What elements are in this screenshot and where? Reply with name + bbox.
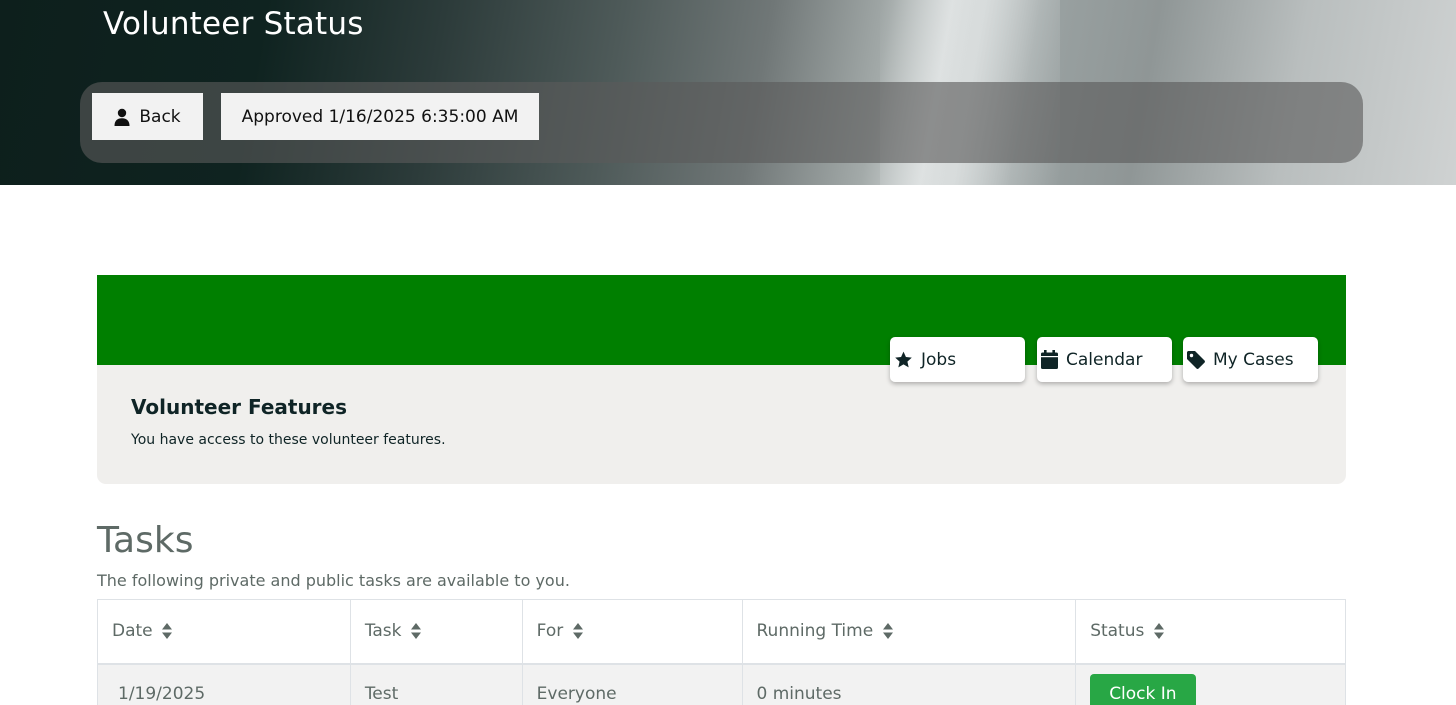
column-header-task[interactable]: Task <box>349 599 523 665</box>
user-icon <box>114 108 130 126</box>
tasks-description: The following private and public tasks a… <box>97 571 570 590</box>
sort-icon <box>572 623 583 640</box>
calendar-button[interactable]: Calendar <box>1037 337 1172 382</box>
features-description: You have access to these volunteer featu… <box>131 432 446 448</box>
my-cases-button[interactable]: My Cases <box>1183 337 1318 382</box>
clock-in-button[interactable]: Clock In <box>1090 673 1196 705</box>
calendar-icon <box>1041 350 1058 369</box>
column-header-status[interactable]: Status <box>1075 599 1346 665</box>
column-header-running-time[interactable]: Running Time <box>741 599 1077 665</box>
back-button[interactable]: Back <box>92 93 203 140</box>
task-status: Clock In <box>1075 663 1346 705</box>
sort-icon <box>162 623 173 640</box>
sort-icon <box>410 623 421 640</box>
column-header-date[interactable]: Date <box>97 599 351 665</box>
my-cases-button-label: My Cases <box>1213 349 1294 370</box>
volunteer-features-panel: Jobs Calendar My Cases Volunteer Feature… <box>97 275 1346 484</box>
task-audience: Everyone <box>521 663 743 705</box>
table-row: 1/19/2025 Test Everyone 0 minutes Clock … <box>97 663 1346 705</box>
approval-status-label: Approved 1/16/2025 6:35:00 AM <box>241 106 519 127</box>
task-running-time: 0 minutes <box>741 663 1077 705</box>
column-header-for[interactable]: For <box>521 599 743 665</box>
tasks-table: Date Task For Running Time Status 1/19/2… <box>97 599 1346 705</box>
features-title: Volunteer Features <box>131 395 348 419</box>
task-date: 1/19/2025 <box>97 663 351 705</box>
approval-status-button[interactable]: Approved 1/16/2025 6:35:00 AM <box>221 93 539 140</box>
tasks-title: Tasks <box>97 520 194 561</box>
tag-icon <box>1187 350 1205 369</box>
sort-icon <box>882 623 893 640</box>
page-title: Volunteer Status <box>103 6 364 42</box>
jobs-button-label: Jobs <box>921 349 957 370</box>
task-name: Test <box>349 663 523 705</box>
sort-icon <box>1153 623 1164 640</box>
back-button-label: Back <box>139 106 181 127</box>
calendar-button-label: Calendar <box>1066 349 1143 370</box>
star-icon <box>895 351 912 367</box>
jobs-button[interactable]: Jobs <box>890 337 1025 382</box>
table-header-row: Date Task For Running Time Status <box>97 599 1346 665</box>
